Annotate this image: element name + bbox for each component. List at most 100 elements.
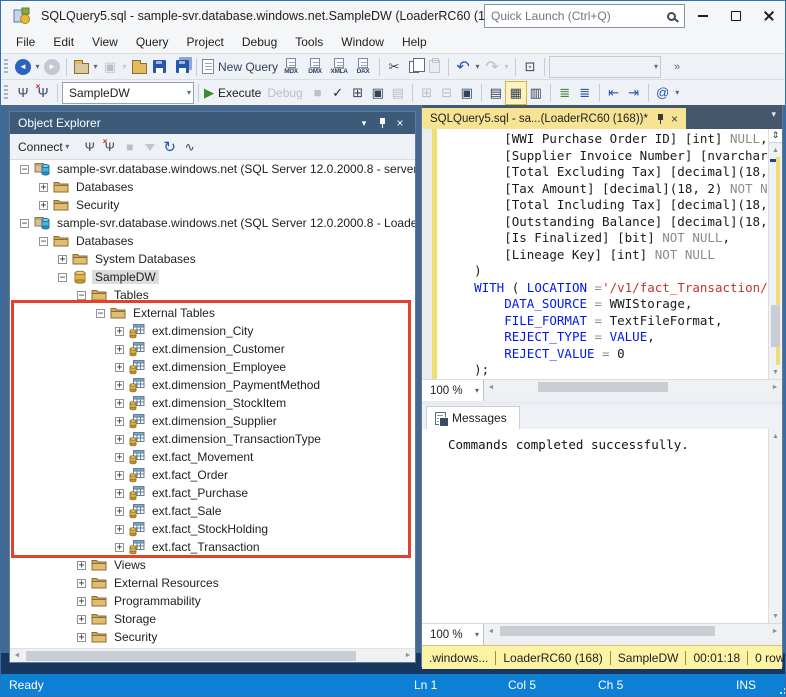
tree-item[interactable]: + ext.fact_StockHolding [10,520,415,538]
tree-item[interactable]: − sample-svr.database.windows.net (SQL Se… [10,214,415,232]
tree-item[interactable]: + Security [10,196,415,214]
minimize-button[interactable] [686,1,719,31]
oe-horizontal-scrollbar[interactable]: ◄ ► [10,648,415,662]
connect-menu-button[interactable]: Connect [18,140,63,154]
quick-launch-input[interactable] [485,9,667,23]
scroll-left-icon[interactable]: ◄ [484,380,498,394]
scroll-right-icon[interactable]: ► [401,649,415,663]
tree-item[interactable]: − SampleDW [10,268,415,286]
dmx-query-button[interactable]: DMX [303,56,327,78]
menu-tools[interactable]: Tools [286,33,332,51]
editor-zoom-selector[interactable]: 100 % ▾ [422,380,484,401]
tree-item[interactable]: + Security [10,628,415,646]
intellisense-button[interactable]: @ [653,82,673,104]
tree-item[interactable]: + ext.fact_Movement [10,448,415,466]
split-window-handle[interactable]: ⇕ [769,129,782,143]
include-actual-plan-button[interactable]: ⊞ [417,82,437,104]
tree-item[interactable]: + ext.fact_Order [10,466,415,484]
tree-item[interactable]: − External Tables [10,304,415,322]
expand-toggle[interactable]: + [115,470,124,480]
add-item-button[interactable]: ▣ [100,56,120,78]
oe-disconnect-button[interactable]: Ψ × [100,136,120,158]
expand-toggle[interactable]: + [115,344,124,354]
results-to-file-button[interactable]: ▥ [526,82,546,104]
menu-file[interactable]: File [7,33,44,51]
navigate-forward-button[interactable]: ► [42,56,62,78]
scroll-left-icon[interactable]: ◄ [484,624,498,638]
expand-toggle[interactable]: + [115,488,124,498]
parse-button[interactable]: ✓ [328,82,348,104]
stop-button[interactable]: ■ [308,82,328,104]
copy-button[interactable] [404,56,426,78]
expand-toggle[interactable]: + [77,560,86,570]
tree-item[interactable]: + ext.dimension_Customer [10,340,415,358]
messages-vertical-scrollbar[interactable]: ▲ ▼ [768,429,782,623]
expand-toggle[interactable]: + [77,578,86,588]
results-to-text-button[interactable]: ▤ [486,82,506,104]
tree-item[interactable]: + ext.fact_Sale [10,502,415,520]
scroll-down-icon[interactable]: ▼ [769,365,782,379]
code-area[interactable]: [WWI Purchase Order ID] [int] NULL, [Sup… [444,131,768,379]
open-file-button[interactable] [129,56,149,78]
document-tab[interactable]: SQLQuery5.sql - sa...(LoaderRC60 (168))*… [422,108,686,129]
expand-toggle[interactable]: − [96,308,105,318]
expand-toggle[interactable]: + [39,182,48,192]
dax-query-button[interactable]: DAX [351,56,375,78]
scroll-right-icon[interactable]: ► [768,380,782,394]
cut-button[interactable]: ✂ [384,56,404,78]
oe-connect-button[interactable]: Ψ [80,136,100,158]
xmla-query-button[interactable]: XMLA [327,56,351,78]
resize-grip[interactable] [780,692,782,694]
menu-help[interactable]: Help [393,33,436,51]
tab-pin-icon[interactable] [656,113,665,124]
close-button[interactable] [752,1,785,31]
activity-monitor-button[interactable]: ∿ [180,136,200,158]
expand-toggle[interactable]: − [39,236,48,246]
tab-close-icon[interactable]: × [669,112,680,126]
expand-toggle[interactable]: − [20,218,29,228]
expand-toggle[interactable]: + [39,200,48,210]
scroll-up-icon[interactable]: ▲ [769,143,782,157]
undo-dropdown[interactable]: ▾ [473,62,482,71]
results-to-grid-button[interactable]: ▦ [504,80,527,105]
oe-filter-button[interactable] [140,136,160,158]
maximize-button[interactable] [719,1,752,31]
tree-item[interactable]: − sample-svr.database.windows.net (SQL Se… [10,160,415,178]
expand-toggle[interactable]: + [115,542,124,552]
expand-toggle[interactable]: + [115,326,124,336]
expand-toggle[interactable]: + [115,434,124,444]
panel-position-button[interactable]: ▾ [355,115,373,131]
expand-toggle[interactable]: + [115,452,124,462]
back-dropdown[interactable]: ▾ [33,62,42,71]
expand-toggle[interactable]: + [77,596,86,606]
expand-toggle[interactable]: + [115,524,124,534]
scroll-thumb[interactable] [26,650,356,661]
menu-debug[interactable]: Debug [233,33,286,51]
save-all-button[interactable] [172,56,192,78]
expand-toggle[interactable]: − [20,164,29,174]
change-connection-button[interactable]: Ψ × [33,82,53,104]
connect-button[interactable]: Ψ [13,82,33,104]
uncomment-button[interactable]: ≣ [575,82,595,104]
editor-vertical-scrollbar[interactable]: ⇕ ▲ ▼ [768,129,782,379]
client-stats-button[interactable]: ▣ [457,82,477,104]
tree-item[interactable]: − Databases [10,232,415,250]
tree-item[interactable]: + ext.dimension_PaymentMethod [10,376,415,394]
find-combobox[interactable]: ▾ [549,55,662,78]
menu-query[interactable]: Query [127,33,178,51]
paste-button[interactable] [424,56,444,78]
new-project-button[interactable] [71,56,91,78]
oe-refresh-button[interactable]: ↻ [160,136,180,158]
new-project-dropdown[interactable]: ▾ [91,62,100,71]
menu-edit[interactable]: Edit [44,33,83,51]
messages-tab[interactable]: Messages [426,406,520,429]
tree-item[interactable]: + Databases [10,178,415,196]
save-button[interactable] [149,56,169,78]
scroll-left-icon[interactable]: ◄ [10,649,24,663]
menu-project[interactable]: Project [178,33,233,51]
scroll-thumb[interactable] [500,626,715,636]
increase-indent-button[interactable]: ⇥ [624,82,644,104]
tree-item[interactable]: + Programmability [10,592,415,610]
scroll-thumb[interactable] [538,382,668,392]
toolbar2-overflow-button[interactable]: ▾ [673,88,682,97]
